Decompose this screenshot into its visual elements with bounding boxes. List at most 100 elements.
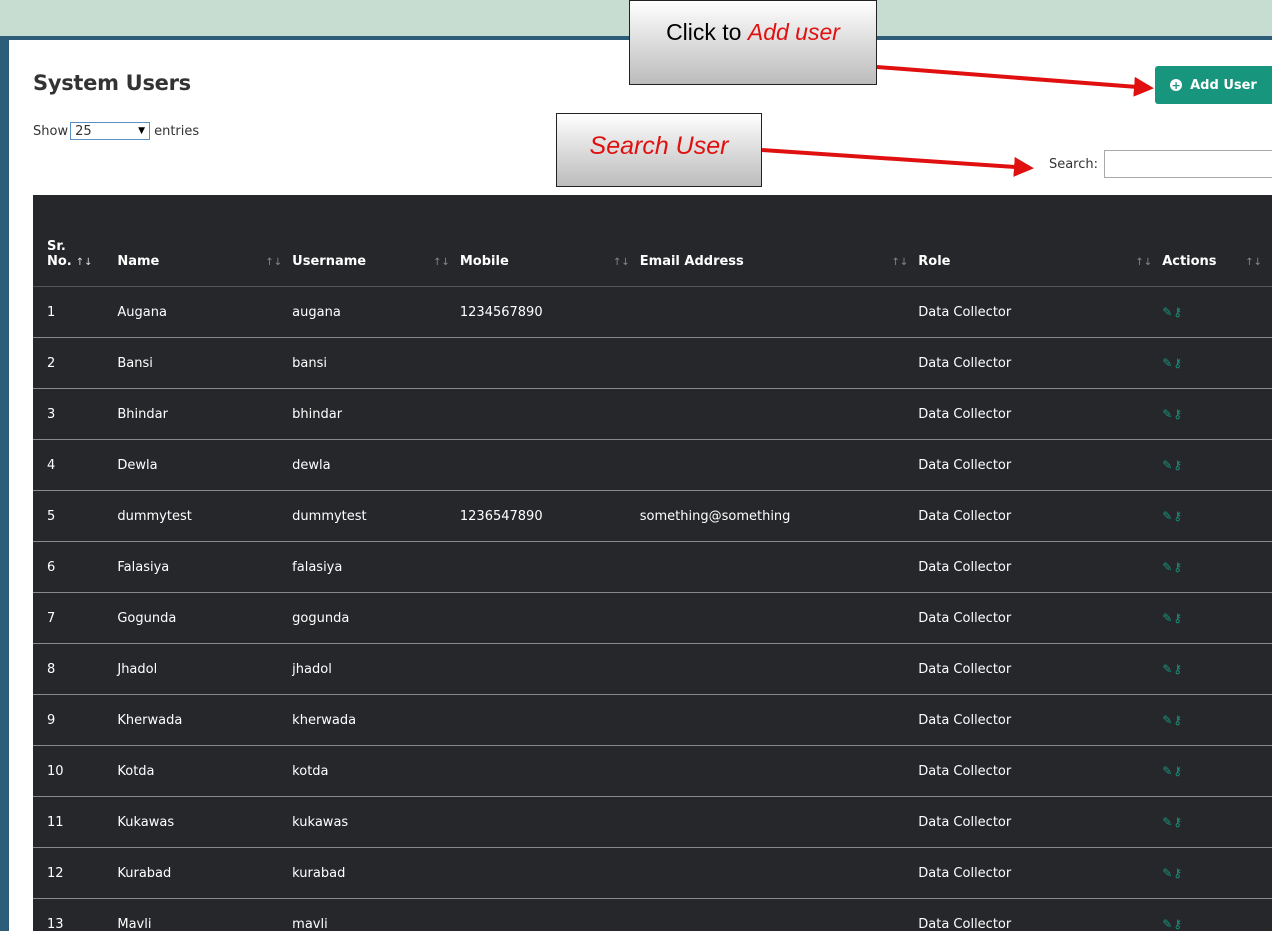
- key-icon[interactable]: ⚷: [1173, 407, 1183, 421]
- cell-email: [639, 337, 919, 389]
- col-header-label: Actions: [1162, 254, 1217, 269]
- cell-email: something@something: [639, 490, 919, 542]
- cell-actions: ✎⚷: [1162, 439, 1272, 491]
- cell-role: Data Collector: [918, 439, 1163, 491]
- table-header-row: Sr. No. ↑↓ Name ↑↓ Username ↑↓ Mobile ↑↓ Ema…: [33, 195, 1272, 287]
- edit-icon[interactable]: ✎: [1162, 866, 1173, 880]
- edit-icon[interactable]: ✎: [1162, 356, 1173, 370]
- col-header-sr-no[interactable]: Sr. No. ↑↓: [33, 195, 118, 287]
- key-icon[interactable]: ⚷: [1173, 305, 1183, 319]
- cell-name: Gogunda: [117, 592, 293, 644]
- sort-icon: ↑↓: [891, 257, 909, 268]
- key-icon[interactable]: ⚷: [1173, 356, 1183, 370]
- cell-email: [639, 388, 919, 440]
- cell-name: Kurabad: [117, 847, 293, 899]
- cell-actions: ✎⚷: [1162, 337, 1272, 389]
- col-header-actions[interactable]: Actions ↑↓: [1162, 195, 1272, 287]
- col-header-username[interactable]: Username ↑↓: [292, 195, 460, 287]
- key-icon[interactable]: ⚷: [1173, 917, 1183, 931]
- edit-icon[interactable]: ✎: [1162, 764, 1173, 778]
- cell-actions: ✎⚷: [1162, 592, 1272, 644]
- col-header-mobile[interactable]: Mobile ↑↓: [459, 195, 640, 287]
- cell-mobile: [459, 541, 640, 593]
- cell-role: Data Collector: [918, 796, 1163, 848]
- edit-icon[interactable]: ✎: [1162, 917, 1173, 931]
- key-icon[interactable]: ⚷: [1173, 815, 1183, 829]
- col-header-sr-line2: No.: [47, 254, 72, 269]
- page-length-select[interactable]: 25 ▼: [70, 122, 151, 140]
- col-header-role[interactable]: Role ↑↓: [918, 195, 1163, 287]
- table-row: 12 Kurabad kurabad Data Collector ✎⚷: [33, 847, 1272, 899]
- table-row: 11 Kukawas kukawas Data Collector ✎⚷: [33, 796, 1272, 848]
- cell-actions: ✎⚷: [1162, 388, 1272, 440]
- add-user-label: Add User: [1190, 77, 1257, 93]
- key-icon[interactable]: ⚷: [1173, 509, 1183, 523]
- edit-icon[interactable]: ✎: [1162, 509, 1173, 523]
- key-icon[interactable]: ⚷: [1173, 713, 1183, 727]
- annotation-add-user: Click to Add user: [629, 0, 877, 85]
- key-icon[interactable]: ⚷: [1173, 764, 1183, 778]
- cell-username: gogunda: [292, 592, 460, 644]
- cell-username: kurabad: [292, 847, 460, 899]
- cell-email: [639, 847, 919, 899]
- cell-mobile: 1236547890: [459, 490, 640, 542]
- cell-name: Augana: [117, 286, 293, 338]
- cell-username: falasiya: [292, 541, 460, 593]
- table-row: 6 Falasiya falasiya Data Collector ✎⚷: [33, 541, 1272, 593]
- search-control: Search:: [1049, 150, 1272, 178]
- cell-sr-no: 8: [33, 643, 118, 695]
- edit-icon[interactable]: ✎: [1162, 662, 1173, 676]
- edit-icon[interactable]: ✎: [1162, 611, 1173, 625]
- cell-mobile: [459, 592, 640, 644]
- col-header-name[interactable]: Name ↑↓: [117, 195, 293, 287]
- key-icon[interactable]: ⚷: [1173, 611, 1183, 625]
- cell-name: Jhadol: [117, 643, 293, 695]
- table-row: 8 Jhadol jhadol Data Collector ✎⚷: [33, 643, 1272, 695]
- sort-icon: ↑↓: [613, 257, 630, 268]
- cell-username: dummytest: [292, 490, 460, 542]
- users-table: Sr. No. ↑↓ Name ↑↓ Username ↑↓ Mobile ↑↓ Ema…: [33, 195, 1272, 931]
- key-icon[interactable]: ⚷: [1173, 560, 1183, 574]
- cell-email: [639, 286, 919, 338]
- edit-icon[interactable]: ✎: [1162, 560, 1173, 574]
- col-header-label: Name: [117, 254, 160, 269]
- key-icon[interactable]: ⚷: [1173, 458, 1183, 472]
- entries-label: entries: [154, 123, 200, 139]
- cell-role: Data Collector: [918, 847, 1163, 899]
- cell-role: Data Collector: [918, 592, 1163, 644]
- edit-icon[interactable]: ✎: [1162, 305, 1173, 319]
- col-header-label: Role: [918, 254, 951, 269]
- key-icon[interactable]: ⚷: [1173, 866, 1183, 880]
- cell-email: [639, 541, 919, 593]
- table-row: 7 Gogunda gogunda Data Collector ✎⚷: [33, 592, 1272, 644]
- cell-mobile: [459, 439, 640, 491]
- table-row: 2 Bansi bansi Data Collector ✎⚷: [33, 337, 1272, 389]
- cell-mobile: [459, 898, 640, 931]
- edit-icon[interactable]: ✎: [1162, 458, 1173, 472]
- cell-name: Falasiya: [117, 541, 293, 593]
- cell-actions: ✎⚷: [1162, 898, 1272, 931]
- col-header-sr-line1: Sr.: [47, 239, 66, 254]
- cell-sr-no: 10: [33, 745, 118, 797]
- cell-actions: ✎⚷: [1162, 847, 1272, 899]
- cell-mobile: [459, 643, 640, 695]
- cell-role: Data Collector: [918, 490, 1163, 542]
- cell-mobile: [459, 694, 640, 746]
- cell-mobile: [459, 337, 640, 389]
- edit-icon[interactable]: ✎: [1162, 815, 1173, 829]
- table-row: 1 Augana augana 1234567890 Data Collector ✎⚷: [33, 286, 1272, 338]
- key-icon[interactable]: ⚷: [1173, 662, 1183, 676]
- add-user-button[interactable]: + Add User: [1155, 66, 1272, 104]
- cell-role: Data Collector: [918, 388, 1163, 440]
- edit-icon[interactable]: ✎: [1162, 713, 1173, 727]
- cell-sr-no: 2: [33, 337, 118, 389]
- cell-name: Bhindar: [117, 388, 293, 440]
- table-row: 5 dummytest dummytest 1236547890 something@s…: [33, 490, 1272, 542]
- cell-sr-no: 12: [33, 847, 118, 899]
- cell-mobile: [459, 796, 640, 848]
- cell-name: Bansi: [117, 337, 293, 389]
- col-header-email[interactable]: Email Address ↑↓: [639, 195, 919, 287]
- cell-name: Mavli: [117, 898, 293, 931]
- edit-icon[interactable]: ✎: [1162, 407, 1173, 421]
- search-input[interactable]: [1104, 150, 1272, 178]
